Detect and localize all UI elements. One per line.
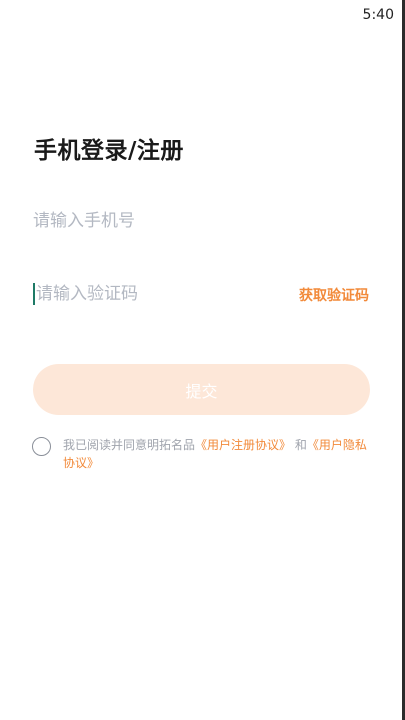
agreement-conjunction: 和 [294,438,307,452]
submit-button[interactable]: 提交 [33,364,370,415]
agreement-radio[interactable] [32,437,51,456]
status-time: 5:40 [362,7,394,23]
code-input[interactable] [36,274,286,314]
phone-field[interactable] [33,201,371,241]
page-title: 手机登录/注册 [34,138,184,164]
user-agreement-link[interactable]: 《用户注册协议》 [195,438,291,452]
status-bar: 5:40 [0,0,402,32]
code-field[interactable]: 获取验证码 [33,274,371,314]
agreement-text: 我已阅读并同意明拓名品《用户注册协议》 和《用户隐私协议》 [63,436,369,472]
agreement-prefix: 我已阅读并同意明拓名品 [63,438,196,452]
text-cursor [33,283,35,305]
phone-input[interactable] [33,201,283,241]
get-code-button[interactable]: 获取验证码 [299,285,369,305]
